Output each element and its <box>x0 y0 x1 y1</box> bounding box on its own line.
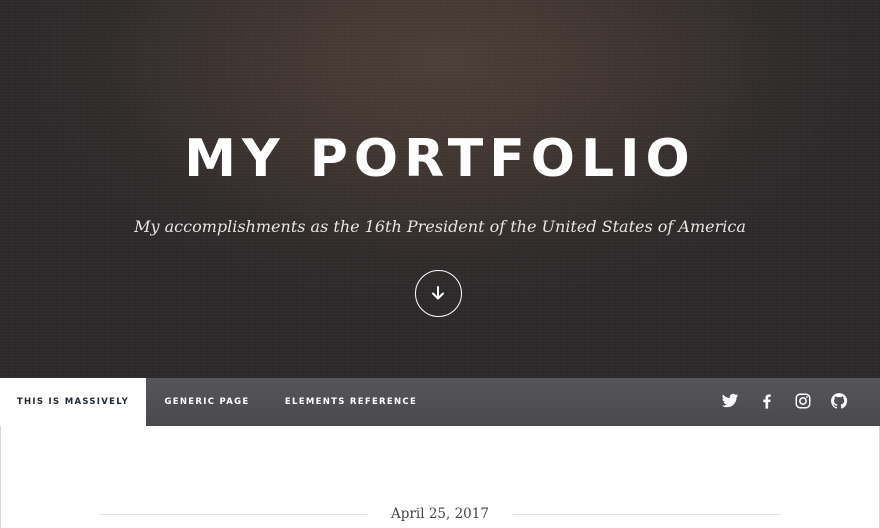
scroll-down-button[interactable] <box>415 270 462 317</box>
hero-banner: MY PORTFOLIO My accomplishments as the 1… <box>0 0 880 378</box>
arrow-down-icon <box>432 286 444 300</box>
tab-this-is-massively[interactable]: THIS IS MASSIVELY <box>0 378 146 426</box>
page-title: MY PORTFOLIO <box>184 129 696 189</box>
main-nav: THIS IS MASSIVELY GENERIC PAGE ELEMENTS … <box>0 378 880 426</box>
page-subtitle: My accomplishments as the 16th President… <box>134 217 746 236</box>
github-link[interactable] <box>830 392 850 412</box>
instagram-link[interactable] <box>794 392 814 412</box>
twitter-icon <box>721 393 739 408</box>
post-date: April 25, 2017 <box>391 506 489 522</box>
tab-generic-page[interactable]: GENERIC PAGE <box>160 378 254 426</box>
date-divider-right <box>513 514 781 515</box>
facebook-link[interactable] <box>758 392 778 412</box>
date-divider-left <box>99 514 367 515</box>
tab-elements-reference[interactable]: ELEMENTS REFERENCE <box>281 378 421 426</box>
twitter-link[interactable] <box>721 392 741 412</box>
github-icon <box>831 393 848 409</box>
facebook-icon <box>763 394 771 409</box>
instagram-icon <box>795 393 811 409</box>
main-content: April 25, 2017 <box>0 426 880 528</box>
